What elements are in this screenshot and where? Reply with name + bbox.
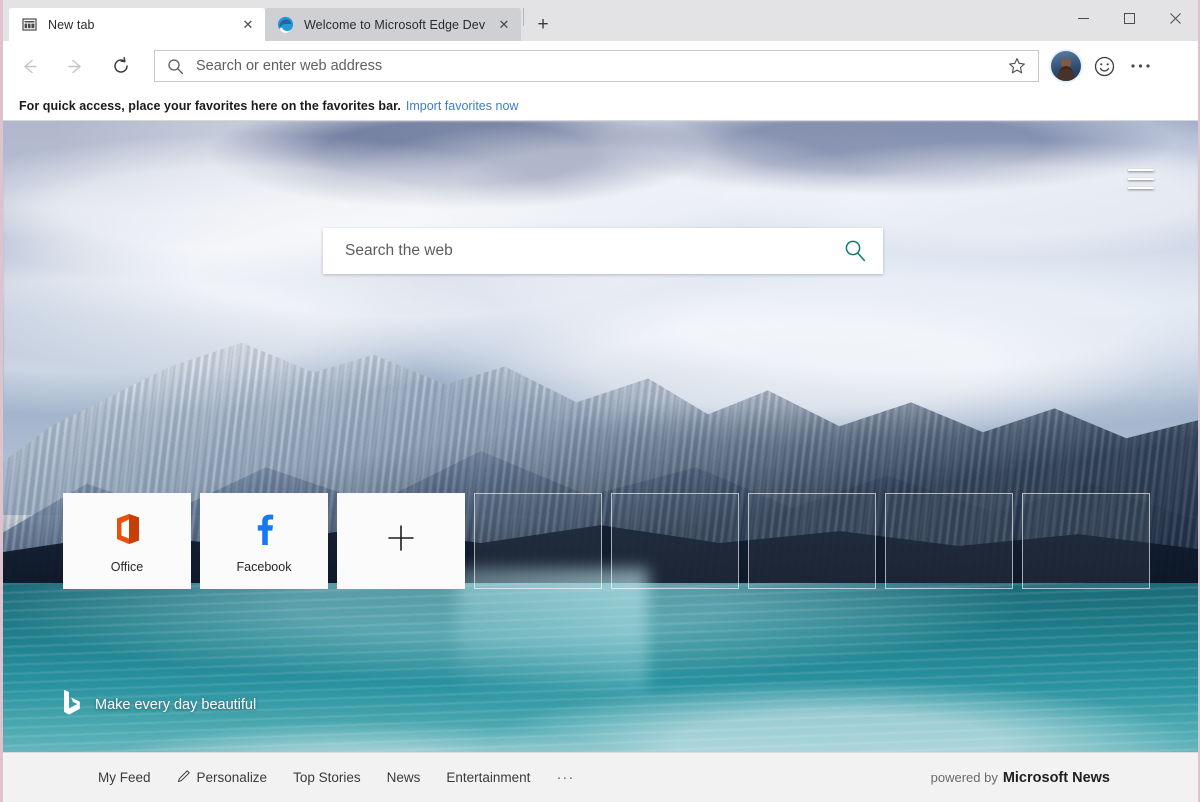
- new-tab-page: Search the web Office Facebook Make ever…: [3, 121, 1198, 800]
- footer-item-label: Entertainment: [446, 770, 531, 785]
- tile-empty-placeholder[interactable]: [748, 493, 876, 589]
- tile-office[interactable]: Office: [63, 493, 191, 589]
- footer-item-personalize[interactable]: Personalize: [177, 769, 268, 786]
- powered-by-prefix: powered by: [930, 769, 998, 785]
- web-search-input-placeholder[interactable]: Search the web: [323, 242, 827, 260]
- tile-label: Facebook: [236, 559, 292, 574]
- footer-item-label: Top Stories: [293, 770, 361, 785]
- hamburger-menu-icon[interactable]: [1128, 169, 1154, 189]
- edge-logo-icon: [277, 16, 294, 33]
- title-bar: New tab ✕ Welcome to Microsoft Edge Dev …: [0, 0, 1200, 41]
- tab-title: Welcome to Microsoft Edge Dev: [304, 17, 486, 32]
- tile-empty-placeholder[interactable]: [885, 493, 1013, 589]
- tile-empty-placeholder[interactable]: [611, 493, 739, 589]
- add-tile-plus-icon: [386, 523, 416, 559]
- footer-item-news[interactable]: News: [387, 770, 421, 785]
- footer-item-my-feed[interactable]: My Feed: [98, 770, 151, 785]
- search-magnifier-icon[interactable]: [827, 228, 883, 274]
- address-bar[interactable]: Search or enter web address: [154, 50, 1039, 82]
- tile-label: Office: [110, 559, 144, 574]
- tab-close-button[interactable]: ✕: [237, 14, 259, 36]
- import-favorites-link[interactable]: Import favorites now: [406, 99, 519, 113]
- minimize-button[interactable]: [1060, 3, 1106, 33]
- tab-title: New tab: [48, 17, 95, 32]
- profile-avatar[interactable]: [1051, 51, 1081, 81]
- favorites-star-icon[interactable]: [1004, 57, 1030, 75]
- bing-tagline: Make every day beautiful: [95, 696, 257, 713]
- favorites-bar-message: For quick access, place your favorites h…: [19, 98, 401, 113]
- favorites-bar: For quick access, place your favorites h…: [3, 91, 1198, 120]
- powered-by-microsoft-news: powered by Microsoft News: [931, 770, 1198, 786]
- back-button[interactable]: [9, 48, 49, 84]
- tab-strip: New tab ✕ Welcome to Microsoft Edge Dev …: [0, 0, 560, 41]
- footer-item-top-stories[interactable]: Top Stories: [293, 770, 361, 785]
- tab-welcome-to-microsoft-edge-dev[interactable]: Welcome to Microsoft Edge Dev ✕: [265, 8, 521, 41]
- tab-new-tab[interactable]: New tab ✕: [9, 8, 265, 41]
- bing-logo-icon: [63, 689, 81, 720]
- maximize-button[interactable]: [1106, 3, 1152, 33]
- facebook-logo-icon: [251, 509, 277, 549]
- window-frame-left: [0, 0, 3, 802]
- close-button[interactable]: [1152, 3, 1198, 33]
- news-footer-bar: My Feed Personalize Top Stories News Ent…: [3, 752, 1198, 802]
- search-icon: [167, 58, 189, 75]
- bing-attribution[interactable]: Make every day beautiful: [63, 689, 256, 720]
- new-tab-page-icon: [21, 16, 38, 33]
- feedback-smiley-icon[interactable]: [1086, 48, 1122, 84]
- edge-browser-window: New tab ✕ Welcome to Microsoft Edge Dev …: [0, 0, 1200, 802]
- refresh-button[interactable]: [101, 48, 141, 84]
- tile-facebook[interactable]: Facebook: [200, 493, 328, 589]
- tile-empty-placeholder[interactable]: [474, 493, 602, 589]
- pencil-edit-icon: [177, 769, 191, 786]
- footer-item-label: Personalize: [196, 770, 268, 785]
- top-sites-tiles: Office Facebook: [63, 493, 1150, 589]
- tab-divider: [523, 8, 524, 26]
- footer-item-label: News: [386, 770, 421, 785]
- microsoft-news-brand: Microsoft News: [1002, 769, 1110, 786]
- office-logo-icon: [113, 509, 141, 549]
- new-tab-button[interactable]: +: [526, 8, 560, 41]
- address-input-placeholder[interactable]: Search or enter web address: [189, 58, 1004, 74]
- footer-item-label: My Feed: [98, 770, 151, 785]
- tile-empty-placeholder[interactable]: [1022, 493, 1150, 589]
- settings-more-icon[interactable]: [1122, 48, 1158, 84]
- tab-close-button[interactable]: ✕: [493, 14, 515, 36]
- footer-navigation: My Feed Personalize Top Stories News Ent…: [3, 769, 574, 786]
- footer-overflow-more-icon[interactable]: ···: [556, 769, 574, 786]
- forward-button[interactable]: [55, 48, 95, 84]
- tile-add-site[interactable]: [337, 493, 465, 589]
- window-controls: [1060, 3, 1198, 33]
- browser-toolbar: Search or enter web address: [3, 41, 1198, 91]
- web-search-box[interactable]: Search the web: [323, 228, 883, 274]
- footer-item-entertainment[interactable]: Entertainment: [446, 770, 530, 785]
